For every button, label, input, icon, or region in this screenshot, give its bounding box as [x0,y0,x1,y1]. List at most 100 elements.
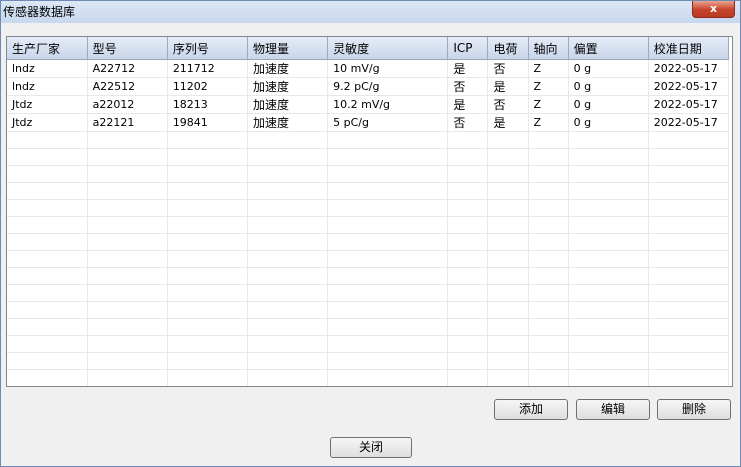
table-cell: 19841 [167,113,248,132]
add-button[interactable]: 添加 [494,399,568,420]
table-cell: 211712 [167,59,248,78]
empty-cell [447,284,489,302]
table-cell: 2022-05-17 [648,59,730,78]
empty-cell [7,182,88,200]
empty-cell [247,267,329,285]
empty-cell [87,165,168,183]
empty-cell [7,335,88,353]
empty-cell [167,131,248,149]
empty-cell [487,301,529,319]
column-header-calibration-date[interactable]: 校准日期 [648,37,730,60]
empty-cell [648,250,730,268]
column-header-axis[interactable]: 轴向 [528,37,569,60]
empty-cell [167,216,248,234]
empty-row [7,233,730,251]
column-header-sensitivity[interactable]: 灵敏度 [327,37,449,60]
table-row[interactable]: lndz A22712 211712 加速度 10 mV/g 是否 Z 0 g 2022-05-… [7,59,730,78]
sensor-table[interactable]: 生产厂家 型号 序列号 物理量 灵敏度 ICP 电荷 轴向 偏置 校准日期 ln… [6,36,733,387]
empty-cell [487,250,529,268]
empty-cell [87,216,168,234]
empty-cell [568,148,649,166]
empty-cell [247,165,329,183]
table-cell: 11202 [167,77,248,96]
empty-row [7,199,730,217]
empty-row [7,352,730,370]
table-cell: 0 g [568,113,649,132]
empty-cell [247,182,329,200]
column-header-quantity[interactable]: 物理量 [247,37,329,60]
empty-cell [648,369,730,386]
empty-cell [528,335,569,353]
empty-cell [7,284,88,302]
empty-cell [528,199,569,217]
close-button[interactable]: 关闭 [330,437,412,458]
empty-cell [447,199,489,217]
empty-row [7,318,730,336]
delete-button[interactable]: 删除 [657,399,731,420]
empty-cell [327,335,449,353]
empty-cell [327,267,449,285]
empty-cell [7,318,88,336]
empty-cell [7,301,88,319]
empty-cell [167,352,248,370]
empty-cell [167,250,248,268]
table-row[interactable]: Jtdz a22012 18213 加速度 10.2 mV/g 是否 Z 0 g 2022-05… [7,95,730,114]
table-cell: 是 [447,59,489,78]
table-row[interactable]: lndz A22512 11202 加速度 9.2 pC/g 否是 Z 0 g 2022-05-… [7,77,730,96]
empty-cell [87,318,168,336]
table-cell: 0 g [568,95,649,114]
empty-cell [568,284,649,302]
column-header-manufacturer[interactable]: 生产厂家 [7,37,88,60]
empty-row [7,165,730,183]
column-header-charge[interactable]: 电荷 [487,37,529,60]
table-cell: lndz [7,77,88,96]
empty-cell [568,216,649,234]
empty-cell [7,148,88,166]
table-cell: 0 g [568,77,649,96]
sensor-database-dialog: 传感器数据库 x 生产厂家 型号 序列号 物理量 灵敏度 ICP 电荷 轴向 偏… [0,0,741,467]
empty-cell [167,284,248,302]
edit-button[interactable]: 编辑 [576,399,650,420]
empty-cell [447,250,489,268]
empty-cell [87,369,168,386]
empty-cell [7,352,88,370]
empty-cell [648,182,730,200]
empty-cell [528,216,569,234]
empty-cell [7,369,88,386]
empty-cell [447,131,489,149]
empty-cell [87,250,168,268]
table-row[interactable]: Jtdz a22121 19841 加速度 5 pC/g 否是 Z 0 g 2022-05-17 [7,113,730,132]
empty-cell [247,352,329,370]
empty-cell [568,267,649,285]
empty-cell [167,301,248,319]
column-header-serial-number[interactable]: 序列号 [167,37,248,60]
empty-cell [487,267,529,285]
empty-cell [447,369,489,386]
column-header-bias[interactable]: 偏置 [568,37,649,60]
table-cell: 加速度 [247,113,329,132]
table-cell: 10 mV/g [327,59,449,78]
table-cell: 2022-05-17 [648,113,730,132]
empty-cell [167,148,248,166]
empty-cell [487,165,529,183]
empty-cell [247,335,329,353]
empty-cell [327,318,449,336]
empty-cell [167,199,248,217]
empty-row [7,369,730,386]
table-cell: 2022-05-17 [648,77,730,96]
empty-cell [167,165,248,183]
empty-cell [247,318,329,336]
empty-row [7,301,730,319]
table-cell: Jtdz [7,95,88,114]
empty-cell [447,216,489,234]
column-header-icp[interactable]: ICP [447,37,489,60]
empty-cell [568,335,649,353]
table-cell: 10.2 mV/g [327,95,449,114]
column-header-model[interactable]: 型号 [87,37,168,60]
table-cell: Z [528,77,569,96]
empty-cell [7,267,88,285]
empty-cell [447,233,489,251]
window-close-button[interactable]: x [692,1,735,18]
table-cell: a22121 [87,113,168,132]
empty-cell [447,267,489,285]
